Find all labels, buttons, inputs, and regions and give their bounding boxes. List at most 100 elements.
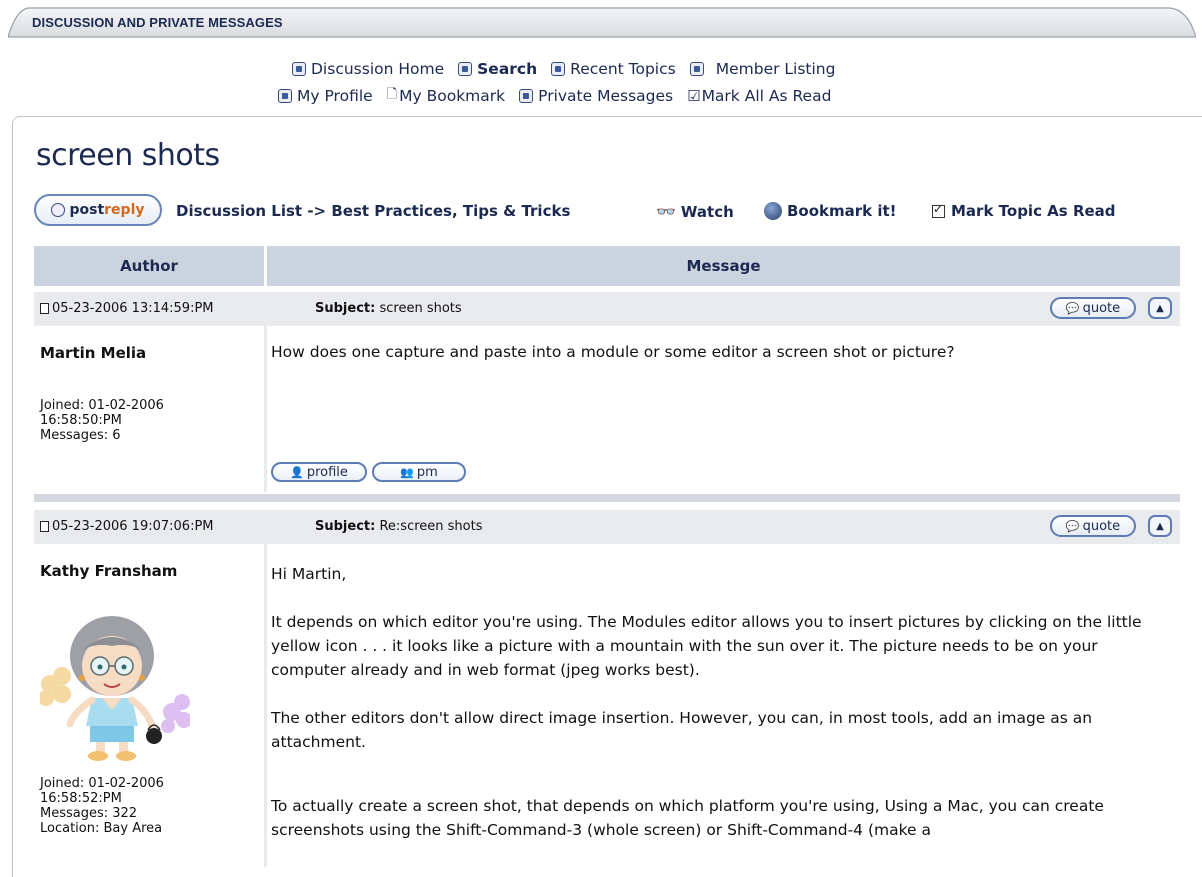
bookmark-it-link[interactable]: Bookmark it! — [764, 202, 897, 220]
author-message-count: Messages: 6 — [40, 428, 121, 443]
author-joined: Joined: 01-02-2006 — [40, 398, 164, 413]
watch-label: Watch — [680, 202, 734, 221]
avatar — [38, 604, 192, 764]
post-date: 05-23-2006 13:14:59:PM — [40, 301, 214, 316]
bookmark-it-label: Bookmark it! — [787, 202, 897, 220]
watch-link[interactable]: 👓 Watch — [656, 202, 734, 221]
posts-table-header: Author Message — [34, 246, 1180, 286]
nav-discussion-home[interactable]: Discussion Home — [292, 60, 444, 78]
recent-topics-icon — [551, 62, 566, 76]
profile-button[interactable]: 👤 profile — [271, 462, 367, 482]
back-to-top-button[interactable]: ▲ — [1148, 297, 1172, 319]
author-column: Martin Melia Joined: 01-02-2006 16:58:50… — [34, 326, 264, 492]
post-reply-label-1: post — [69, 202, 105, 218]
nav-my-bookmark[interactable]: 🗋 My Bookmark — [387, 85, 505, 107]
pm-button[interactable]: 👥 pm — [372, 462, 466, 482]
checkbox-icon: ☑ — [687, 87, 701, 105]
message-paragraph: To actually create a screen shot, that d… — [271, 797, 1104, 839]
author-joined: Joined: 01-02-2006 — [40, 776, 164, 791]
home-icon — [292, 62, 306, 76]
nav-my-profile-label: My Profile — [297, 87, 373, 105]
back-to-top-button[interactable]: ▲ — [1148, 515, 1172, 537]
column-header-message: Message — [686, 257, 761, 275]
pm-label: pm — [416, 464, 438, 480]
post-icon — [40, 521, 49, 532]
nav-mark-all-read[interactable]: ☑ Mark All As Read — [687, 87, 831, 105]
arrow-up-icon: ▲ — [1156, 520, 1164, 532]
message-body: How does one capture and paste into a mo… — [271, 340, 1176, 364]
author-column: Kathy Fransham Joined: 01-02-2006 16:58:… — [34, 544, 264, 867]
avatar-illustration — [38, 616, 192, 761]
member-listing-icon — [689, 62, 704, 76]
column-header-author: Author — [120, 257, 178, 275]
users-icon: 👥 — [400, 465, 414, 479]
author-message-count: Messages: 322 — [40, 806, 138, 821]
checkbox-icon — [932, 202, 945, 218]
message-paragraph: The other editors don't allow direct ima… — [271, 709, 1093, 751]
post-reply-button[interactable]: post reply — [34, 194, 162, 226]
header-title: DISCUSSION AND PRIVATE MESSAGES — [32, 15, 283, 30]
section-header-tab: DISCUSSION AND PRIVATE MESSAGES — [8, 6, 1196, 38]
nav-member-listing-label: Member Listing — [715, 60, 836, 78]
message-body: Hi Martin, It depends on which editor yo… — [271, 562, 1176, 842]
subject-text: Re:screen shots — [379, 519, 483, 534]
post-icon — [40, 303, 49, 314]
quote-label: quote — [1082, 518, 1121, 534]
subject-label: Subject: — [315, 301, 376, 316]
nav-search-label: Search — [477, 60, 538, 78]
binoculars-icon: 👓 — [656, 202, 676, 221]
post-date: 05-23-2006 19:07:06:PM — [40, 519, 214, 534]
post-2: 05-23-2006 19:07:06:PM Subject: Re:scree… — [34, 510, 1180, 867]
quote-icon: 💬 — [1065, 519, 1080, 533]
quote-label: quote — [1082, 300, 1121, 316]
column-separator — [264, 544, 267, 867]
quote-button[interactable]: 💬 quote — [1050, 297, 1136, 319]
bookmark-icon: 🗋 — [386, 87, 398, 102]
profile-label: profile — [306, 464, 348, 480]
post-header-bar: 05-23-2006 13:14:59:PM Subject: screen s… — [34, 292, 1180, 326]
message-paragraph: It depends on which editor you're using.… — [271, 613, 1142, 679]
post-1: 05-23-2006 13:14:59:PM Subject: screen s… — [34, 292, 1180, 502]
post-header-bar: 05-23-2006 19:07:06:PM Subject: Re:scree… — [34, 510, 1180, 544]
page-title: screen shots — [36, 138, 220, 173]
topic-toolbar: post reply Discussion List -> Best Practi… — [34, 194, 1194, 228]
author-name[interactable]: Kathy Fransham — [40, 562, 177, 580]
column-separator — [264, 326, 267, 492]
nav-member-listing[interactable]: Member Listing — [689, 60, 836, 78]
mark-topic-read-link[interactable]: Mark Topic As Read — [932, 202, 1116, 220]
message-paragraph: Hi Martin, — [271, 565, 347, 583]
post-date-text: 05-23-2006 13:14:59:PM — [52, 301, 214, 316]
quote-button[interactable]: 💬 quote — [1050, 515, 1136, 537]
nav-my-profile[interactable]: My Profile — [278, 87, 373, 105]
mark-topic-read-label: Mark Topic As Read — [951, 202, 1116, 220]
message-paragraph: How does one capture and paste into a mo… — [271, 343, 955, 361]
nav-row-1: Discussion Home Search Recent Topics Mem… — [292, 60, 849, 78]
author-joined-time: 16:58:52:PM — [40, 791, 122, 806]
private-messages-icon — [519, 89, 534, 103]
nav-private-messages-label: Private Messages — [538, 87, 674, 105]
author-location: Location: Bay Area — [40, 821, 163, 836]
post-date-text: 05-23-2006 19:07:06:PM — [52, 519, 214, 534]
subject-label: Subject: — [315, 519, 376, 534]
globe-icon — [764, 202, 782, 220]
post-subject: Subject: screen shots — [315, 301, 462, 316]
search-icon — [458, 62, 473, 76]
nav-private-messages[interactable]: Private Messages — [519, 87, 673, 105]
nav-mark-all-read-label: Mark All As Read — [701, 87, 832, 105]
breadcrumb[interactable]: Discussion List -> Best Practices, Tips … — [176, 202, 570, 220]
post-divider — [34, 494, 1180, 502]
user-icon: 👤 — [290, 465, 304, 479]
subject-text: screen shots — [379, 301, 462, 316]
nav-my-bookmark-label: My Bookmark — [399, 87, 506, 105]
post-subject: Subject: Re:screen shots — [315, 519, 482, 534]
nav-recent-topics[interactable]: Recent Topics — [551, 60, 676, 78]
arrow-up-icon: ▲ — [1156, 302, 1164, 314]
quote-icon: 💬 — [1065, 301, 1080, 315]
author-meta: Joined: 01-02-2006 16:58:50:PM Messages:… — [40, 398, 164, 443]
nav-discussion-home-label: Discussion Home — [311, 60, 445, 78]
nav-search[interactable]: Search — [458, 60, 537, 78]
author-name[interactable]: Martin Melia — [40, 344, 146, 362]
post-reply-icon — [51, 203, 66, 217]
nav-row-2: My Profile 🗋 My Bookmark Private Message… — [278, 85, 845, 107]
author-meta: Joined: 01-02-2006 16:58:52:PM Messages:… — [40, 776, 164, 836]
